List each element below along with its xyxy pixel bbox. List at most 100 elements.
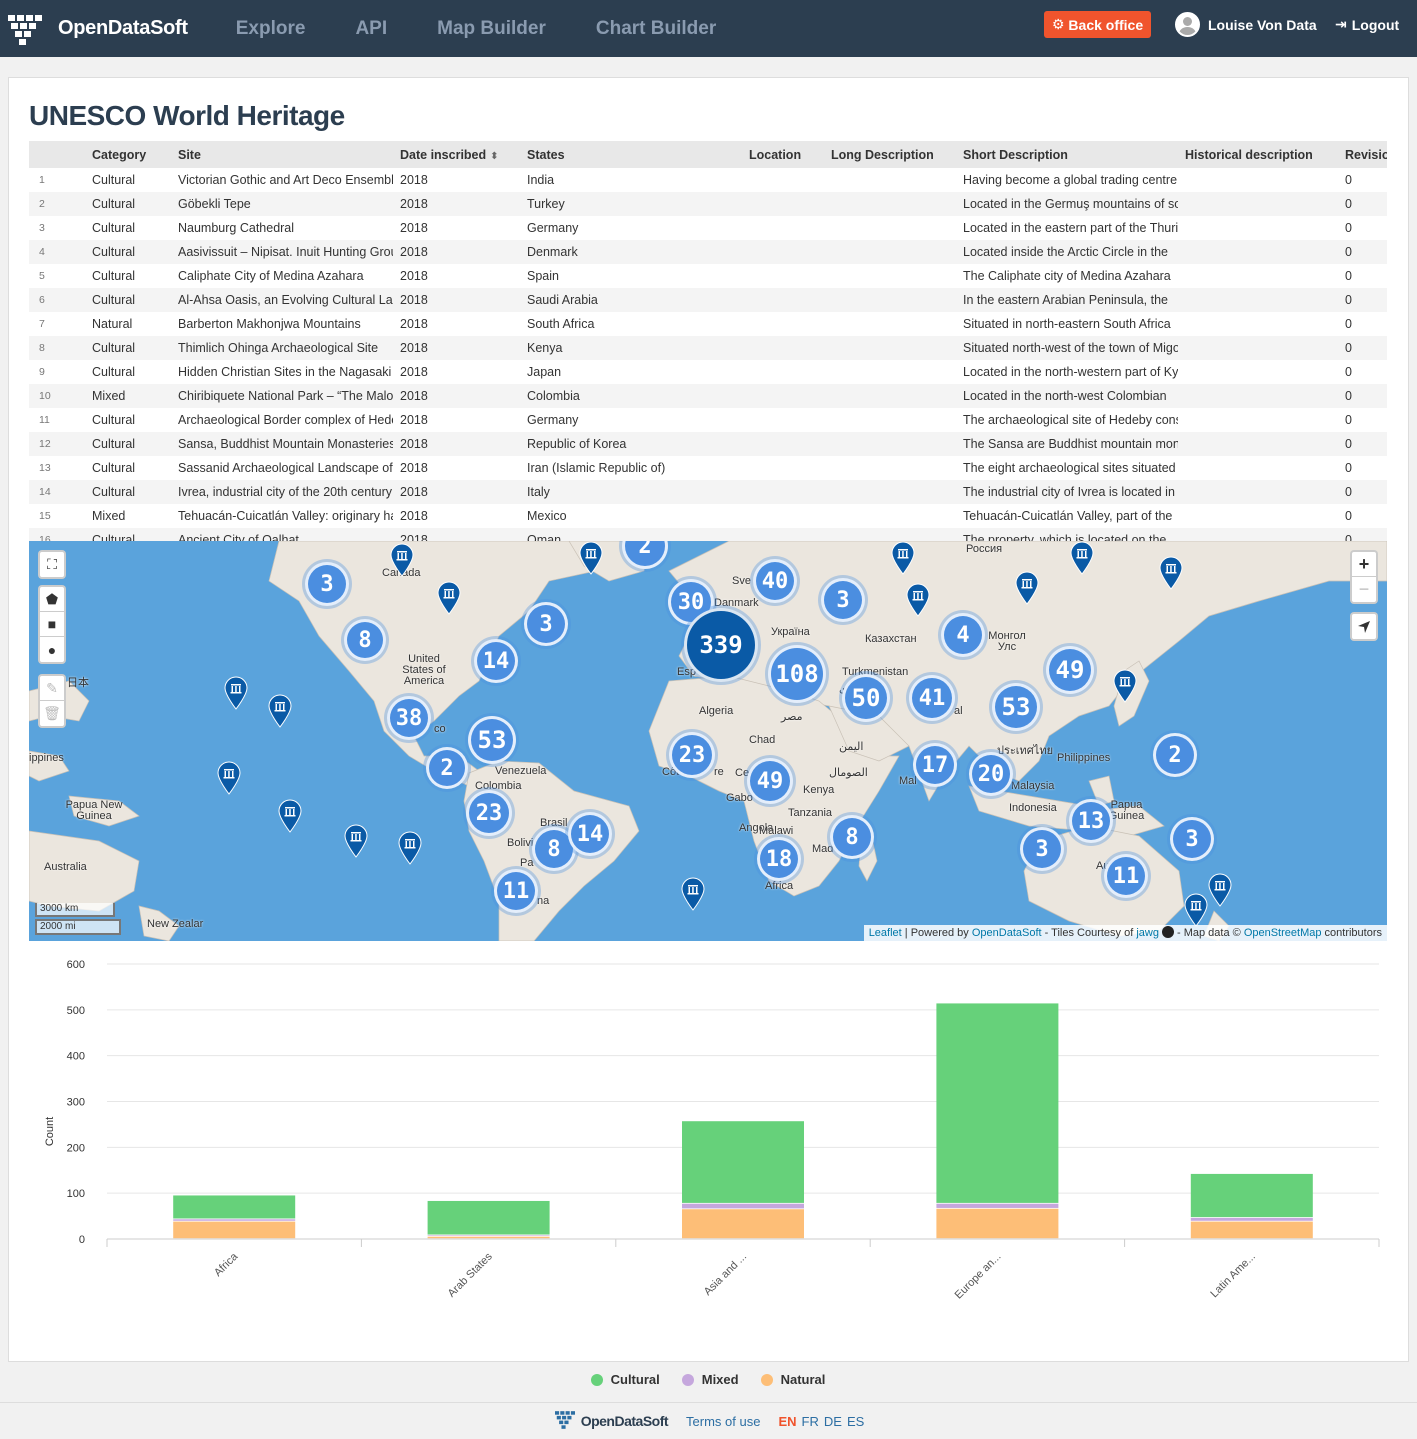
column-header-site[interactable]: Site (171, 141, 393, 168)
fullscreen-icon[interactable]: ⛶ (40, 552, 64, 577)
map-cluster-marker[interactable]: 23 (466, 790, 512, 836)
map-cluster-marker[interactable]: 2 (1153, 733, 1197, 777)
map-cluster-marker[interactable]: 339 (684, 608, 758, 682)
lang-fr[interactable]: FR (802, 1414, 819, 1429)
terms-of-use-link[interactable]: Terms of use (686, 1414, 760, 1429)
nav-explore[interactable]: Explore (236, 18, 306, 40)
bar-segment-mixed[interactable] (1190, 1217, 1313, 1221)
footer-brand[interactable]: OpenDataSoft (553, 1410, 669, 1433)
map-cluster-marker[interactable]: 50 (842, 674, 890, 722)
map-cluster-marker[interactable]: 53 (992, 683, 1040, 731)
column-header-location[interactable]: Location (742, 141, 824, 168)
map-cluster-marker[interactable]: 23 (669, 732, 715, 778)
map-cluster-marker[interactable]: 3 (524, 602, 568, 646)
table-row[interactable]: 15 Mixed Tehuacán-Cuicatlán Valley: origin… (29, 504, 1387, 528)
map-cluster-marker[interactable]: 3 (821, 578, 865, 622)
polygon-icon[interactable]: ⬟ (40, 587, 64, 612)
user-menu[interactable]: Louise Von Data (1175, 12, 1317, 37)
map-cluster-marker[interactable]: 14 (568, 812, 612, 856)
nav-map-builder[interactable]: Map Builder (437, 18, 546, 40)
bar-segment-natural[interactable] (936, 1208, 1059, 1239)
table-row[interactable]: 2 Cultural Göbekli Tepe 2018 Turkey Located i… (29, 192, 1387, 216)
table-row[interactable]: 12 Cultural Sansa, Buddhist Mountain Monas… (29, 432, 1387, 456)
zoom-out-button[interactable]: − (1352, 577, 1376, 602)
lang-es[interactable]: ES (847, 1414, 864, 1429)
column-header-date-inscribed[interactable]: Date inscribed ⬍ (393, 141, 520, 168)
map-cluster-marker[interactable]: 49 (747, 758, 793, 804)
bar-segment-mixed[interactable] (682, 1203, 804, 1209)
bar-segment-cultural[interactable] (936, 1003, 1059, 1203)
map-pin-marker[interactable] (437, 581, 461, 615)
map-cluster-marker[interactable]: 108 (768, 645, 826, 703)
map-cluster-marker[interactable]: 20 (969, 752, 1013, 796)
map-pin-marker[interactable] (681, 877, 705, 911)
zoom-in-button[interactable]: + (1352, 552, 1376, 577)
legend-item-mixed[interactable]: Mixed (681, 1372, 739, 1387)
map-cluster-marker[interactable]: 14 (474, 639, 518, 683)
map-cluster-marker[interactable]: 11 (494, 869, 538, 913)
map-pin-marker[interactable] (1159, 556, 1183, 590)
table-row[interactable]: 10 Mixed Chiribiquete National Park – “The… (29, 384, 1387, 408)
bar-segment-mixed[interactable] (936, 1203, 1059, 1208)
bar-segment-cultural[interactable] (173, 1195, 296, 1219)
table-row[interactable]: 5 Cultural Caliphate City of Medina Azahar… (29, 264, 1387, 288)
column-header-short-description[interactable]: Short Description (956, 141, 1178, 168)
map-pin-marker[interactable] (224, 676, 248, 710)
bar-segment-mixed[interactable] (427, 1235, 550, 1236)
map-cluster-marker[interactable]: 11 (1104, 854, 1148, 898)
map-pin-marker[interactable] (1208, 873, 1232, 907)
map-cluster-marker[interactable]: 3 (1170, 817, 1214, 861)
map-view[interactable]: Canada United States of America 日本 ippin… (29, 541, 1387, 941)
fullscreen-control[interactable]: ⛶ (38, 550, 66, 579)
table-row[interactable]: 14 Cultural Ivrea, industrial city of the … (29, 480, 1387, 504)
map-cluster-marker[interactable]: 40 (753, 559, 797, 603)
map-pin-marker[interactable] (344, 824, 368, 858)
column-header-states[interactable]: States (520, 141, 742, 168)
bar-segment-natural[interactable] (1190, 1221, 1313, 1239)
sort-icon[interactable]: ⬍ (490, 151, 498, 162)
map-cluster-marker[interactable]: 49 (1046, 646, 1094, 694)
map-cluster-marker[interactable]: 2 (426, 747, 468, 789)
bar-segment-cultural[interactable] (682, 1121, 804, 1203)
jawg-link[interactable]: jawg (1136, 927, 1159, 939)
table-row[interactable]: 16 Cultural Ancient City of Qalhat 2018 Oman… (29, 528, 1387, 542)
map-cluster-marker[interactable]: 53 (468, 716, 516, 764)
table-row[interactable]: 11 Cultural Archaeological Border complex … (29, 408, 1387, 432)
map-pin-marker[interactable] (217, 761, 241, 795)
map-pin-marker[interactable] (906, 583, 930, 617)
nav-chart-builder[interactable]: Chart Builder (596, 18, 716, 40)
map-pin-marker[interactable] (1070, 541, 1094, 575)
circle-icon[interactable]: ● (40, 637, 64, 662)
lang-en[interactable]: EN (778, 1414, 796, 1429)
table-row[interactable]: 4 Cultural Aasivissuit – Nipisat. Inuit Hu… (29, 240, 1387, 264)
map-cluster-marker[interactable]: 3 (1020, 827, 1064, 871)
map-cluster-marker[interactable]: 13 (1069, 799, 1113, 843)
lang-de[interactable]: DE (824, 1414, 842, 1429)
map-pin-marker[interactable] (891, 541, 915, 575)
map-cluster-marker[interactable]: 3 (305, 562, 349, 606)
map-cluster-marker[interactable]: 4 (941, 613, 985, 657)
column-header-category[interactable]: Category (85, 141, 171, 168)
bar-segment-natural[interactable] (427, 1236, 550, 1239)
map-pin-marker[interactable] (1113, 669, 1137, 703)
table-row[interactable]: 6 Cultural Al-Ahsa Oasis, an Evolving Cult… (29, 288, 1387, 312)
column-header-long-description[interactable]: Long Description (824, 141, 956, 168)
map-pin-marker[interactable] (1184, 893, 1208, 927)
brand-link[interactable]: OpenDataSoft (0, 0, 188, 57)
map-cluster-marker[interactable]: 41 (909, 675, 955, 721)
legend-item-cultural[interactable]: Cultural (590, 1372, 660, 1387)
edit-icon[interactable]: ✎ (40, 676, 64, 701)
table-row[interactable]: 7 Natural Barberton Makhonjwa Mountains 201… (29, 312, 1387, 336)
records-table[interactable]: Category Site Date inscribed ⬍ States Loc… (29, 141, 1387, 542)
legend-item-natural[interactable]: Natural (760, 1372, 825, 1387)
map-cluster-marker[interactable]: 8 (830, 815, 874, 859)
leaflet-link[interactable]: Leaflet (869, 927, 902, 939)
map-pin-marker[interactable] (268, 694, 292, 728)
bar-segment-cultural[interactable] (1190, 1173, 1313, 1218)
bar-segment-cultural[interactable] (427, 1200, 550, 1235)
map-pin-marker[interactable] (390, 543, 414, 577)
map-cluster-marker[interactable]: 38 (387, 696, 431, 740)
map-pin-marker[interactable] (398, 831, 422, 865)
map-pin-marker[interactable] (579, 541, 603, 575)
bar-segment-natural[interactable] (682, 1209, 804, 1239)
